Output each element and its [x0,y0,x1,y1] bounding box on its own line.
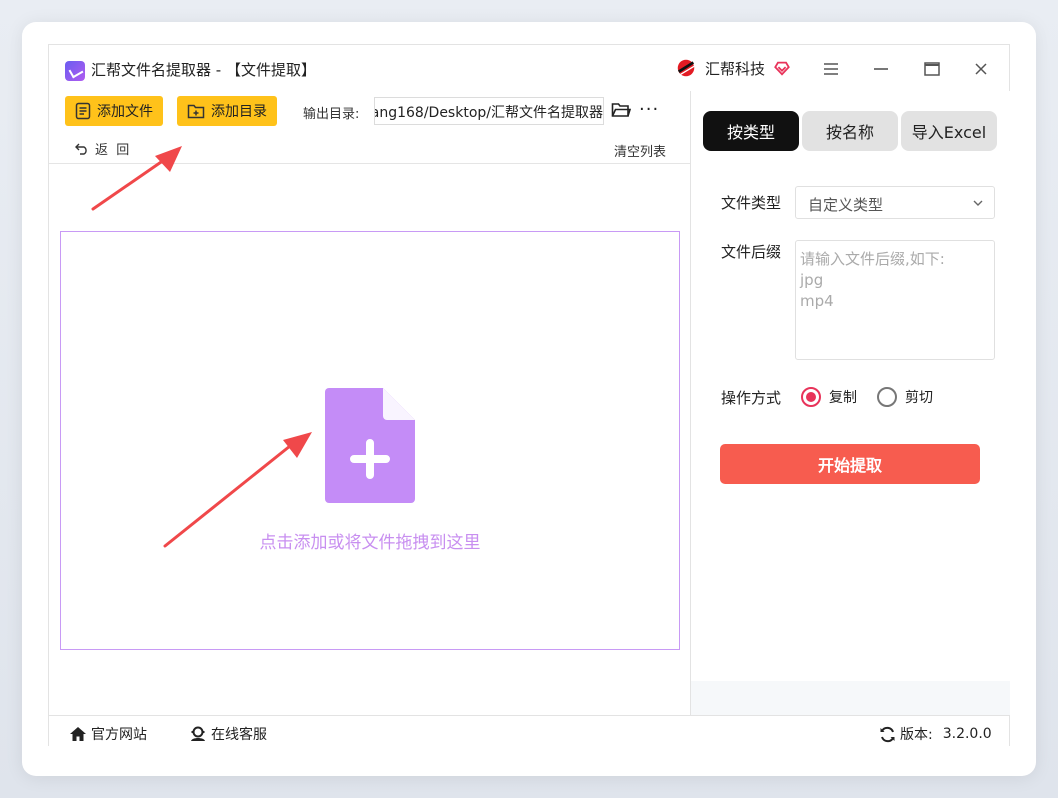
back-button[interactable]: 返 回 [75,139,129,158]
settings-footer [691,681,1010,715]
official-website-label: 官方网站 [91,727,147,743]
folder-open-icon[interactable] [611,101,631,119]
online-support-label: 在线客服 [211,727,267,743]
menu-icon[interactable] [819,57,843,81]
official-website-link[interactable]: 官方网站 [69,724,147,744]
add-file-icon [325,388,415,503]
file-type-select[interactable]: 自定义类型 [795,186,995,219]
file-list-icon [75,102,91,120]
toolbar-divider [49,163,690,164]
file-drop-zone[interactable]: 点击添加或将文件拖拽到这里 [60,231,680,650]
tab-by-type[interactable]: 按类型 [703,111,799,151]
radio-cut-label: 剪切 [905,390,933,406]
radio-copy-label: 复制 [829,390,857,406]
more-options-icon[interactable]: ··· [639,99,659,120]
radio-cut-indicator [877,387,897,407]
online-support-link[interactable]: 在线客服 [189,724,267,744]
add-file-button[interactable]: 添加文件 [65,96,163,126]
close-button[interactable] [969,57,993,81]
status-bar: 官方网站 在线客服 版本: 3.2.0.0 [49,715,1009,747]
suffix-input[interactable]: 请输入文件后缀,如下: jpg mp4 [795,240,995,360]
tab-by-name[interactable]: 按名称 [802,111,898,151]
brand: 汇帮科技 [675,57,791,79]
version-info[interactable]: 版本: 3.2.0.0 [879,724,992,744]
undo-arrow-icon [75,143,87,155]
start-extract-button[interactable]: 开始提取 [720,444,980,484]
output-dir-field[interactable]: ang168/Desktop/汇帮文件名提取器 [374,97,604,125]
output-dir-value: ang168/Desktop/汇帮文件名提取器 [374,105,603,121]
radio-copy[interactable]: 复制 [801,387,857,407]
refresh-icon [880,726,895,742]
operation-radio-group: 复制 剪切 [801,387,953,407]
add-directory-label: 添加目录 [211,104,267,120]
app-logo-icon [65,61,85,81]
drop-hint-text: 点击添加或将文件拖拽到这里 [259,533,481,553]
file-type-label: 文件类型 [721,194,782,212]
version-label: 版本: [900,727,933,743]
window-title: 汇帮文件名提取器 - 【文件提取】 [91,61,316,79]
radio-copy-indicator [801,387,821,407]
brand-name: 汇帮科技 [705,59,766,78]
radio-cut[interactable]: 剪切 [877,387,933,407]
add-file-label: 添加文件 [97,104,153,120]
tab-import-excel[interactable]: 导入Excel [901,111,997,151]
add-directory-button[interactable]: 添加目录 [177,96,277,126]
diamond-heart-icon[interactable] [773,59,791,77]
customer-service-icon [191,726,205,741]
title-bar: 汇帮文件名提取器 - 【文件提取】 汇帮科技 [49,45,1009,91]
maximize-button[interactable] [920,57,944,81]
chevron-down-icon [973,200,983,206]
file-list-pane: 添加文件 添加目录 输出目录: ang168/Desktop/汇帮文件名提取器 … [49,91,690,715]
file-type-value: 自定义类型 [808,196,884,214]
operation-label: 操作方式 [721,389,782,407]
brand-logo-icon [677,59,695,77]
app-window: 汇帮文件名提取器 - 【文件提取】 汇帮科技 添加文件 添加目录 输出目录: a… [48,44,1010,747]
version-value: 3.2.0.0 [942,726,992,742]
clear-list-button[interactable]: 清空列表 [614,141,666,160]
folder-add-icon [187,104,205,119]
output-dir-label: 输出目录: [303,107,360,122]
home-icon [70,727,86,741]
settings-pane: 按类型 按名称 导入Excel 文件类型 自定义类型 文件后缀 请输入文件后缀,… [690,91,1010,715]
back-label: 返 回 [95,143,130,158]
suffix-label: 文件后缀 [721,243,782,261]
minimize-button[interactable] [869,57,893,81]
